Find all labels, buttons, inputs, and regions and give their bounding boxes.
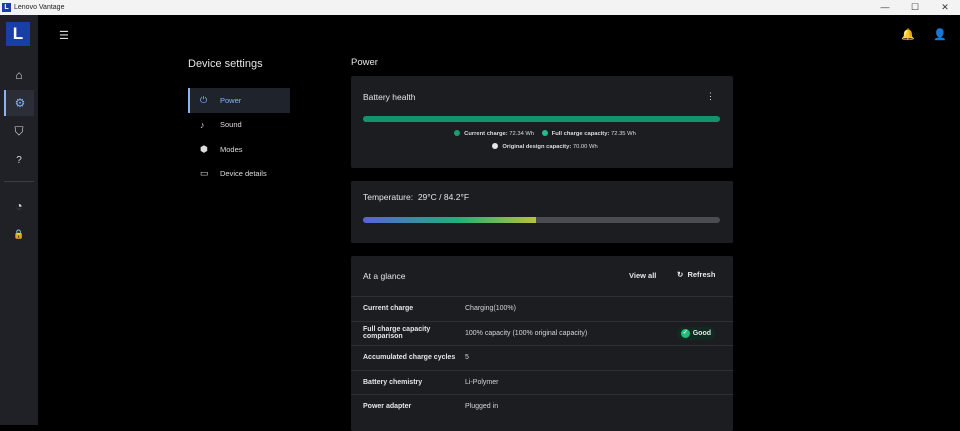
settings-nav: ⏻ Power ♪ Sound ⬢ Modes ▭ Device details	[188, 88, 290, 186]
minimize-button[interactable]: —	[870, 0, 900, 15]
nav-label: Device details	[220, 169, 267, 179]
full-charge-label: Full charge capacity:	[551, 131, 610, 137]
page-title: Power	[351, 57, 378, 68]
device-settings-title: Device settings	[188, 58, 263, 70]
temperature-value: 29°C / 84.2°F	[417, 192, 470, 202]
row-key: Accumulated charge cycles	[363, 354, 456, 362]
row-key: Battery chemistry	[363, 378, 423, 386]
nav-item-power[interactable]: ⏻ Power	[188, 88, 290, 113]
design-capacity-label: Original design capacity:	[502, 144, 572, 150]
refresh-button[interactable]: ↻ Refresh	[677, 270, 715, 279]
more-options-icon[interactable]: ⋮	[706, 91, 715, 102]
table-row: Full charge capacity comparison 100% capa…	[351, 320, 733, 346]
temperature-text: Temperature: 29°C / 84.2°F	[363, 192, 469, 202]
modes-icon: ⬢	[200, 143, 208, 154]
bell-icon[interactable]: 🔔	[901, 28, 915, 41]
row-value: 100% capacity (100% original capacity)	[465, 329, 588, 337]
at-a-glance-title: At a glance	[363, 271, 406, 281]
table-row: Power adapter Plugged in	[351, 394, 733, 419]
table-row: Current charge Charging(100%)	[351, 296, 733, 321]
side-rail: L ⌂ ⚙ ⛉ ? ◔ 🔒	[0, 15, 38, 425]
window-title: Lenovo Vantage	[14, 4, 65, 11]
row-key: Full charge capacity comparison	[363, 326, 431, 341]
close-button[interactable]: ✕	[930, 0, 960, 15]
rail-divider	[4, 181, 34, 182]
battery-health-fill	[363, 116, 720, 122]
gear-icon[interactable]: ⚙	[4, 90, 34, 116]
row-value: Li-Polymer	[465, 378, 499, 386]
refresh-label: Refresh	[687, 270, 716, 279]
nav-label: Sound	[220, 120, 242, 130]
full-charge-dot	[541, 130, 548, 136]
battery-legend-row1: Current charge: 72.34 Wh Full charge cap…	[351, 130, 733, 137]
current-charge-label: Current charge:	[464, 131, 508, 137]
status-badge: ✓ Good	[676, 326, 715, 340]
nav-item-sound[interactable]: ♪ Sound	[188, 113, 290, 138]
battery-health-bar	[363, 116, 720, 122]
nav-label: Power	[220, 95, 242, 105]
lenovo-logo[interactable]: L	[6, 22, 30, 46]
design-capacity-dot	[492, 143, 499, 149]
refresh-icon: ↻	[677, 270, 684, 279]
current-charge-dot	[454, 130, 461, 136]
nav-label: Modes	[220, 144, 243, 154]
row-key: Power adapter	[363, 403, 412, 411]
row-key: Current charge	[363, 305, 414, 313]
laptop-icon: ▭	[200, 168, 209, 179]
maximize-button[interactable]: ☐	[900, 0, 930, 15]
current-charge-value: 72.34 Wh	[509, 131, 535, 137]
table-row: Accumulated charge cycles 5	[351, 345, 733, 370]
lock-icon[interactable]: 🔒	[4, 221, 34, 247]
design-capacity-value: 70.00 Wh	[572, 144, 598, 150]
plug-icon: ⏻	[200, 94, 208, 105]
at-a-glance-card: At a glance View all ↻ Refresh Current c…	[351, 256, 733, 431]
status-badge-label: Good	[692, 329, 711, 337]
home-icon[interactable]: ⌂	[4, 62, 34, 88]
music-note-icon: ♪	[200, 119, 205, 130]
help-icon[interactable]: ?	[4, 147, 34, 173]
check-icon: ✓	[680, 328, 690, 338]
row-value: Charging(100%)	[465, 305, 516, 313]
gauge-icon[interactable]: ◔	[4, 193, 34, 219]
title-bar: L Lenovo Vantage — ☐ ✕	[0, 0, 960, 15]
temperature-bar	[363, 217, 720, 223]
row-value: Plugged in	[465, 403, 499, 411]
battery-health-title: Battery health	[363, 92, 416, 102]
full-charge-value: 72.35 Wh	[611, 131, 636, 137]
view-all-link[interactable]: View all	[629, 271, 656, 280]
temperature-label: Temperature:	[363, 192, 414, 202]
temperature-card: Temperature: 29°C / 84.2°F	[351, 181, 733, 243]
nav-item-modes[interactable]: ⬢ Modes	[188, 137, 290, 162]
row-value: 5	[465, 354, 469, 362]
battery-health-card: Battery health ⋮ Current charge: 72.34 W…	[351, 76, 733, 168]
app-logo-icon: L	[2, 3, 11, 12]
nav-item-device-details[interactable]: ▭ Device details	[188, 162, 290, 187]
collapse-menu-icon[interactable]: ☰	[59, 29, 69, 42]
temperature-fill	[363, 217, 537, 223]
battery-legend-row2: Original design capacity: 70.00 Wh	[351, 143, 733, 150]
table-row: Battery chemistry Li-Polymer	[351, 369, 733, 395]
user-icon[interactable]: 👤	[933, 28, 947, 41]
shield-icon[interactable]: ⛉	[4, 118, 34, 144]
